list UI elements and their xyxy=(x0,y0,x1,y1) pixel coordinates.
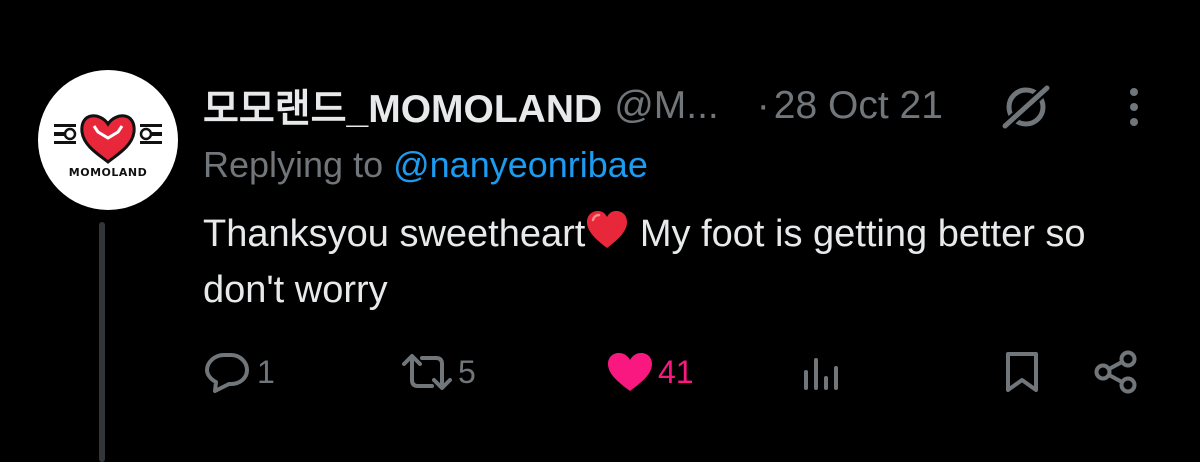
replying-label: Replying to xyxy=(203,144,394,185)
views-button[interactable] xyxy=(802,340,842,404)
share-button[interactable] xyxy=(1093,340,1139,404)
reply-icon xyxy=(205,353,249,393)
retweet-icon xyxy=(402,354,452,390)
replying-mention-link[interactable]: @nanyeonribae xyxy=(393,144,648,185)
grok-icon[interactable] xyxy=(997,82,1055,132)
retweet-button[interactable]: 5 xyxy=(400,340,476,404)
tweet-date[interactable]: 28 Oct 21 xyxy=(774,84,943,128)
user-handle[interactable]: @M... xyxy=(614,84,719,128)
tweet-text-part1: Thanksyou sweetheart xyxy=(203,213,586,255)
more-icon[interactable] xyxy=(1117,84,1151,130)
like-button[interactable]: 41 xyxy=(606,340,694,404)
separator-dot: · xyxy=(756,84,770,127)
share-icon xyxy=(1094,350,1137,394)
red-heart-emoji-icon xyxy=(587,211,628,248)
tweet[interactable]: MOMOLAND 모모랜드_MOMOLAND @M... · 28 Oct 21… xyxy=(0,0,1200,462)
analytics-icon xyxy=(804,358,838,390)
action-bar: 1 5 41 xyxy=(0,340,1200,404)
bookmark-icon xyxy=(1006,352,1038,392)
tweet-text: Thanksyou sweetheart My foot is getting … xyxy=(203,206,1163,318)
momoland-logo xyxy=(54,114,162,164)
bookmark-button[interactable] xyxy=(1003,340,1041,404)
replying-to: Replying to @nanyeonribae xyxy=(203,144,648,186)
reply-count: 1 xyxy=(257,353,275,390)
like-count: 41 xyxy=(658,353,694,390)
avatar[interactable]: MOMOLAND xyxy=(38,70,178,210)
heart-icon xyxy=(608,353,652,391)
avatar-logo-text: MOMOLAND xyxy=(68,166,148,179)
retweet-count: 5 xyxy=(458,353,476,390)
reply-button[interactable]: 1 xyxy=(203,340,275,404)
display-name[interactable]: 모모랜드_MOMOLAND xyxy=(203,78,602,134)
